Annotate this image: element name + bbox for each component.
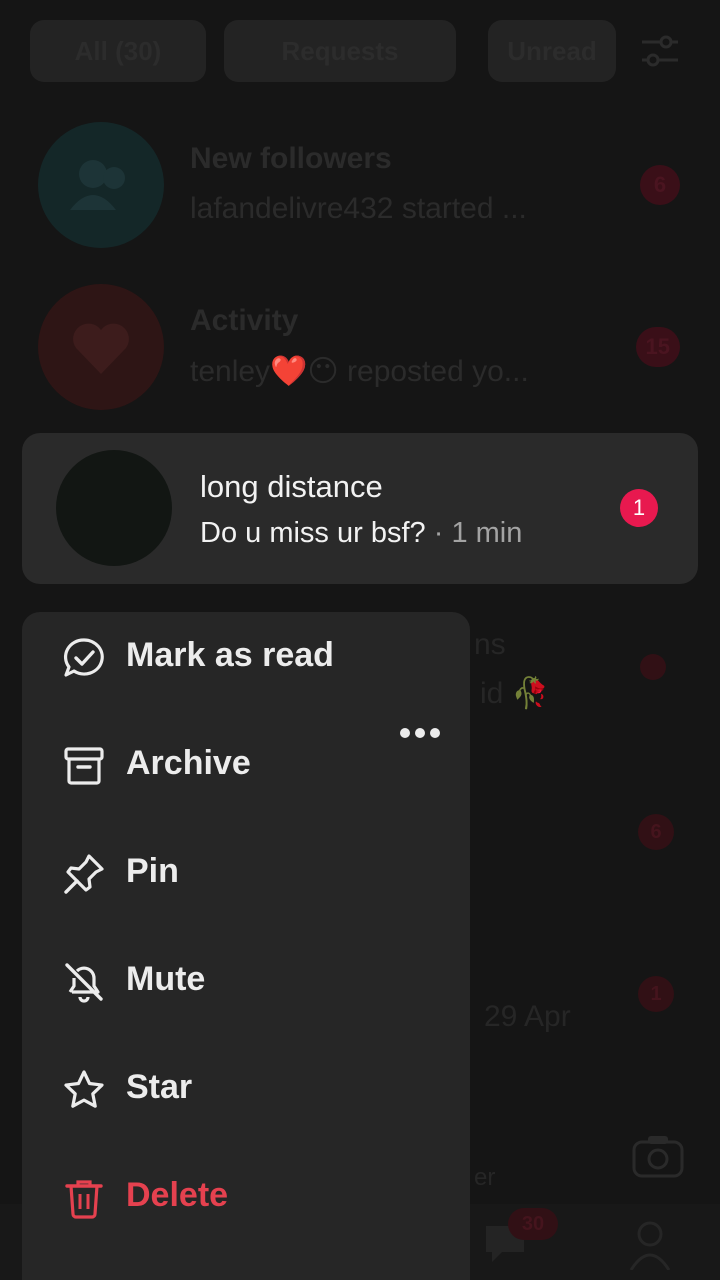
- profile-nav-icon[interactable]: [628, 1218, 672, 1270]
- row-title: New followers: [190, 142, 392, 175]
- followers-avatar: [38, 122, 164, 248]
- row-subtitle: lafandelivre432 started ...: [190, 192, 527, 225]
- star-icon: [64, 1070, 104, 1108]
- conversation-name: long distance: [200, 469, 383, 504]
- message-time: 1 min: [451, 517, 523, 549]
- delete-button[interactable]: Delete: [22, 1152, 470, 1242]
- heart-icon: [73, 323, 129, 374]
- mark-as-read-button[interactable]: Mark as read: [22, 612, 470, 702]
- conversation-row-long-distance[interactable]: long distance Do u miss ur bsf? · 1 min …: [22, 433, 698, 584]
- unread-badge: 1: [620, 489, 658, 527]
- chat-check-icon: [64, 638, 104, 677]
- nav-count-badge: 30: [508, 1208, 558, 1240]
- ghost-badge: 1: [638, 976, 674, 1012]
- separator: ·: [433, 517, 444, 549]
- activity-avatar: [38, 284, 164, 410]
- pin-icon: [64, 854, 104, 894]
- tab-all[interactable]: All (30): [30, 20, 206, 82]
- ghost-text: id 🥀: [480, 677, 550, 710]
- archive-icon: [64, 747, 104, 785]
- more-options-icon[interactable]: [400, 720, 440, 746]
- trash-icon: [65, 1180, 103, 1219]
- ghost-dot: [640, 654, 666, 680]
- bell-off-icon: [65, 963, 103, 1003]
- tab-unread[interactable]: Unread: [488, 20, 616, 82]
- menu-label: Delete: [126, 1176, 229, 1214]
- row-count-badge: 15: [635, 327, 680, 367]
- camera-icon[interactable]: [632, 1134, 684, 1178]
- menu-label: Star: [126, 1068, 193, 1106]
- ghost-date: 29 Apr: [484, 1000, 571, 1033]
- dot: [415, 728, 425, 738]
- menu-label: Pin: [126, 852, 179, 890]
- filter-icon[interactable]: [640, 32, 680, 72]
- tab-requests[interactable]: Requests: [224, 20, 456, 82]
- dot: [430, 728, 440, 738]
- ghost-badge: 6: [638, 814, 674, 850]
- last-message: Do u miss ur bsf?: [200, 517, 426, 549]
- ghost-text: er: [474, 1164, 496, 1191]
- pin-button[interactable]: Pin: [22, 828, 470, 918]
- row-title: Activity: [190, 304, 299, 337]
- conversation-preview: Do u miss ur bsf? · 1 min: [200, 517, 522, 550]
- list-item-new-followers[interactable]: New followers lafandelivre432 started ..…: [38, 122, 680, 248]
- people-icon: [70, 160, 125, 210]
- list-item-activity[interactable]: Activity tenley❤️😶 reposted yo... 15: [38, 284, 680, 410]
- context-menu: Mark as read Archive Pin Mute Star Delet…: [22, 612, 470, 1280]
- menu-label: Mark as read: [126, 636, 334, 674]
- row-subtitle: tenley❤️😶 reposted yo...: [190, 355, 529, 388]
- row-count-badge: 6: [640, 165, 680, 205]
- avatar: [56, 450, 172, 566]
- dot: [400, 728, 410, 738]
- menu-label: Archive: [126, 744, 251, 782]
- menu-label: Mute: [126, 960, 206, 998]
- star-button[interactable]: Star: [22, 1044, 470, 1134]
- ghost-text: ns: [474, 628, 506, 661]
- mute-button[interactable]: Mute: [22, 936, 470, 1026]
- filter-tabs: All (30) Requests Unread: [30, 20, 690, 82]
